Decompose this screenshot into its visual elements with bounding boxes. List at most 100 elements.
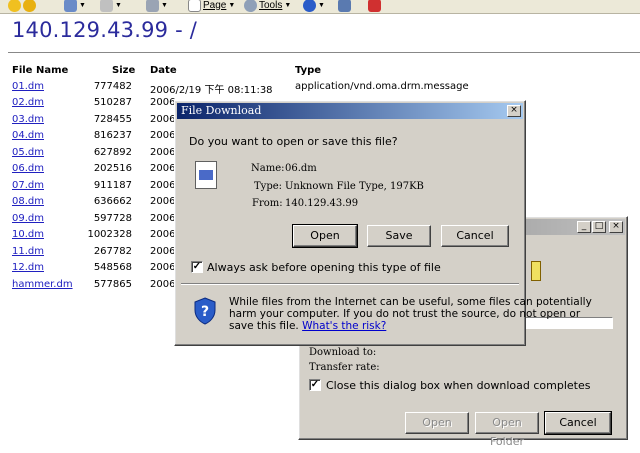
whats-the-risk-link[interactable]: What's the risk? <box>302 320 386 332</box>
file-link[interactable]: 09.dm <box>12 213 44 224</box>
file-size: 548568 <box>93 262 132 273</box>
file-link[interactable]: 05.dm <box>12 147 44 158</box>
minimize-button[interactable]: _ <box>577 221 591 233</box>
file-date: 2006/2/19 下午 08:11:38 <box>150 85 273 96</box>
file-date: 2006 <box>150 213 176 224</box>
addon-button[interactable] <box>368 0 381 13</box>
open-folder-button[interactable]: Open Folder <box>475 412 539 448</box>
ie-command-bar: ▼ ▼ ▼ Page ▼ Tools ▼ ▼ <box>0 0 640 14</box>
name-value: 06.dm <box>285 163 317 174</box>
warning-text-line2: harm your computer. If you do not trust … <box>229 308 581 320</box>
file-date: 2006 <box>150 130 176 141</box>
from-label: From: <box>252 198 283 209</box>
home-icon <box>64 0 77 12</box>
file-link[interactable]: 08.dm <box>12 196 44 207</box>
file-link[interactable]: 01.dm <box>12 81 44 92</box>
dialog-separator <box>181 283 519 285</box>
page-icon <box>188 0 201 12</box>
research-icon <box>338 0 351 12</box>
file-size: 510287 <box>93 97 132 108</box>
close-when-done-checkbox[interactable]: ✓ <box>309 379 321 391</box>
addon-shield-icon <box>368 0 381 12</box>
download-to-label: Download to: <box>309 347 377 358</box>
file-link[interactable]: 03.dm <box>12 114 44 125</box>
file-date: 2006 <box>150 163 176 174</box>
file-size: 597728 <box>93 213 132 224</box>
file-link[interactable]: hammer.dm <box>12 279 73 290</box>
file-link[interactable]: 07.dm <box>12 180 44 191</box>
maximize-button[interactable]: □ <box>592 221 606 233</box>
file-link[interactable]: 04.dm <box>12 130 44 141</box>
file-size: 911187 <box>93 180 132 191</box>
printer-icon <box>146 0 159 12</box>
help-button[interactable]: ▼ <box>303 0 325 13</box>
tools-menu-label: Tools <box>259 0 283 11</box>
file-size: 577865 <box>93 279 132 290</box>
table-row: 01.dm 777482 2006/2/19 下午 08:11:38 appli… <box>0 81 640 97</box>
research-button[interactable] <box>338 0 351 13</box>
file-date: 2006 <box>150 147 176 158</box>
file-date: 2006 <box>150 262 176 273</box>
file-date: 2006 <box>150 229 176 240</box>
close-when-done-label: Close this dialog box when download comp… <box>326 379 591 392</box>
from-value: 140.129.43.99 <box>285 198 359 209</box>
dialog-title: File Download <box>181 104 262 117</box>
file-link[interactable]: 10.dm <box>12 229 44 240</box>
page-menu[interactable]: Page ▼ <box>188 0 235 13</box>
file-download-titlebar: File Download × <box>177 103 523 119</box>
file-link[interactable]: 11.dm <box>12 246 44 257</box>
file-type: application/vnd.oma.drm.message <box>295 81 469 92</box>
transfer-rate-label: Transfer rate: <box>309 362 380 373</box>
open-button[interactable]: Open <box>292 224 358 248</box>
tools-menu[interactable]: Tools ▼ <box>244 0 291 13</box>
header-type: Type <box>295 65 322 76</box>
file-date: 2006 <box>150 114 176 125</box>
file-size: 1002328 <box>87 229 132 240</box>
file-size: 777482 <box>93 81 132 92</box>
close-button[interactable]: × <box>507 105 521 117</box>
file-date: 2006 <box>150 97 176 108</box>
file-size: 728455 <box>93 114 132 125</box>
type-label: Type: <box>254 181 283 192</box>
save-button[interactable]: Save <box>367 225 431 247</box>
page-menu-label: Page <box>203 0 227 11</box>
file-date: 2006 <box>150 246 176 257</box>
file-link[interactable]: 06.dm <box>12 163 44 174</box>
download-question: Do you want to open or save this file? <box>189 135 398 148</box>
warning-text-line1: While files from the Internet can be use… <box>229 296 592 308</box>
file-size: 267782 <box>93 246 132 257</box>
help-icon <box>303 0 316 12</box>
svg-text:?: ? <box>201 304 209 320</box>
rss-icon <box>100 0 113 12</box>
gear-icon <box>244 0 257 12</box>
close-button[interactable]: × <box>609 221 623 233</box>
file-date: 2006 <box>150 279 176 290</box>
file-link[interactable]: 12.dm <box>12 262 44 273</box>
home-button[interactable]: ▼ <box>64 0 86 13</box>
file-download-dialog: File Download × Do you want to open or s… <box>174 100 592 346</box>
file-size: 636662 <box>93 196 132 207</box>
title-divider <box>8 52 640 53</box>
favorites-star-icon[interactable] <box>8 0 36 13</box>
file-link[interactable]: 02.dm <box>12 97 44 108</box>
cancel-button[interactable]: Cancel <box>441 225 509 247</box>
file-date: 2006 <box>150 196 176 207</box>
warning-text-line3: save this file. What's the risk? <box>229 320 386 332</box>
file-date: 2006 <box>150 180 176 191</box>
header-size: Size <box>112 65 136 76</box>
file-icon <box>195 161 217 189</box>
header-date: Date <box>150 65 177 76</box>
feeds-button[interactable]: ▼ <box>100 0 122 13</box>
always-ask-label: Always ask before opening this type of f… <box>207 261 441 274</box>
cancel-button[interactable]: Cancel <box>544 411 612 435</box>
security-shield-icon: ? <box>193 297 217 325</box>
always-ask-checkbox[interactable]: ✓ <box>191 261 203 273</box>
type-value: Unknown File Type, 197KB <box>285 181 424 192</box>
page-title: 140.129.43.99 - / <box>12 18 198 42</box>
file-size: 627892 <box>93 147 132 158</box>
name-label: Name: <box>251 163 285 174</box>
folder-animation-icon <box>531 261 541 281</box>
file-size: 202516 <box>93 163 132 174</box>
open-button[interactable]: Open <box>405 412 469 434</box>
print-button[interactable]: ▼ <box>146 0 168 13</box>
